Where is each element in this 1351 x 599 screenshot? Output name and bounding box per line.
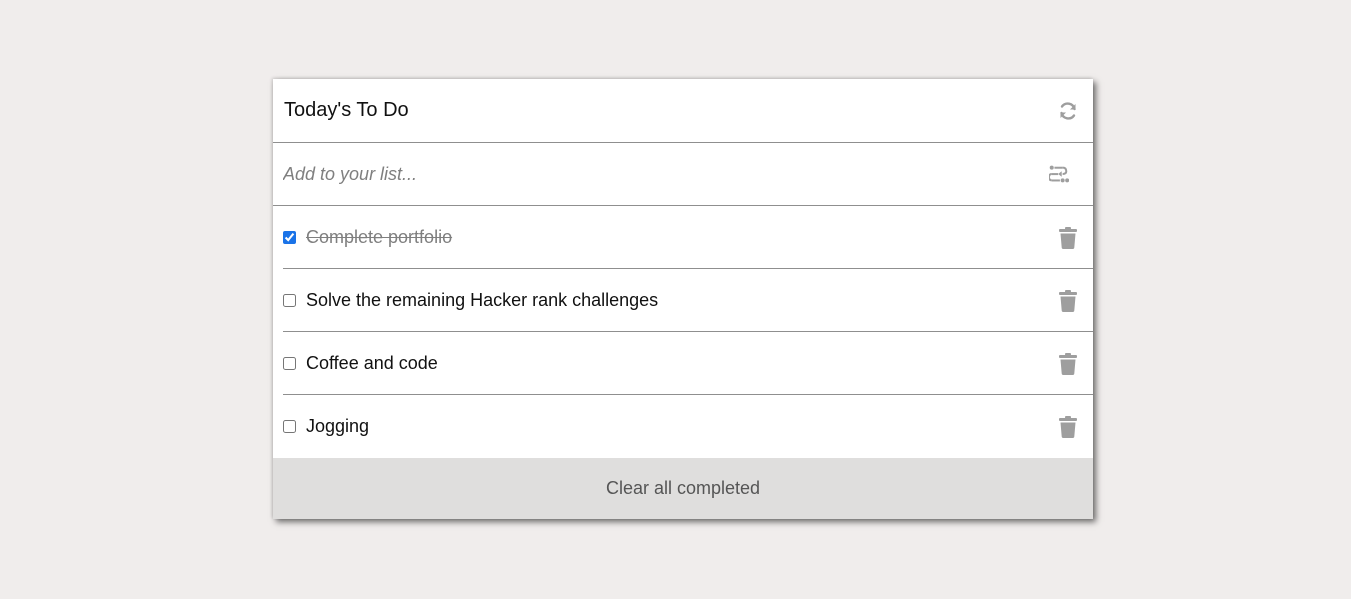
todo-checkbox[interactable] [283, 357, 296, 370]
add-todo-input[interactable] [283, 163, 983, 185]
todo-header: Today's To Do [273, 79, 1093, 143]
refresh-icon[interactable] [1058, 101, 1078, 121]
todo-text: Complete portfolio [306, 227, 453, 247]
list-item: Solve the remaining Hacker rank challeng… [273, 269, 1093, 332]
todo-card: Today's To Do Add to your list... Comple… [273, 79, 1093, 519]
todo-text: Solve the remaining Hacker rank challeng… [306, 290, 659, 310]
page-title: Today's To Do [284, 99, 409, 121]
trash-icon[interactable] [1058, 415, 1078, 438]
todo-text: Jogging [306, 416, 370, 436]
todo-checkbox[interactable] [283, 231, 296, 244]
todo-list: Complete portfolio Solve the remaining H… [273, 206, 1093, 458]
list-item: Jogging [273, 395, 1093, 458]
trash-icon[interactable] [1058, 226, 1078, 249]
add-todo-row [273, 143, 1093, 206]
todo-text: Coffee and code [306, 353, 438, 373]
list-item: Complete portfolio [273, 206, 1093, 269]
clear-completed-button[interactable]: Clear all completed [273, 458, 1093, 519]
trash-icon[interactable] [1058, 289, 1078, 312]
enter-return-icon[interactable] [1049, 164, 1069, 184]
todo-checkbox[interactable] [283, 294, 296, 307]
todo-checkbox[interactable] [283, 420, 296, 433]
trash-icon[interactable] [1058, 352, 1078, 375]
list-item: Coffee and code [273, 332, 1093, 395]
